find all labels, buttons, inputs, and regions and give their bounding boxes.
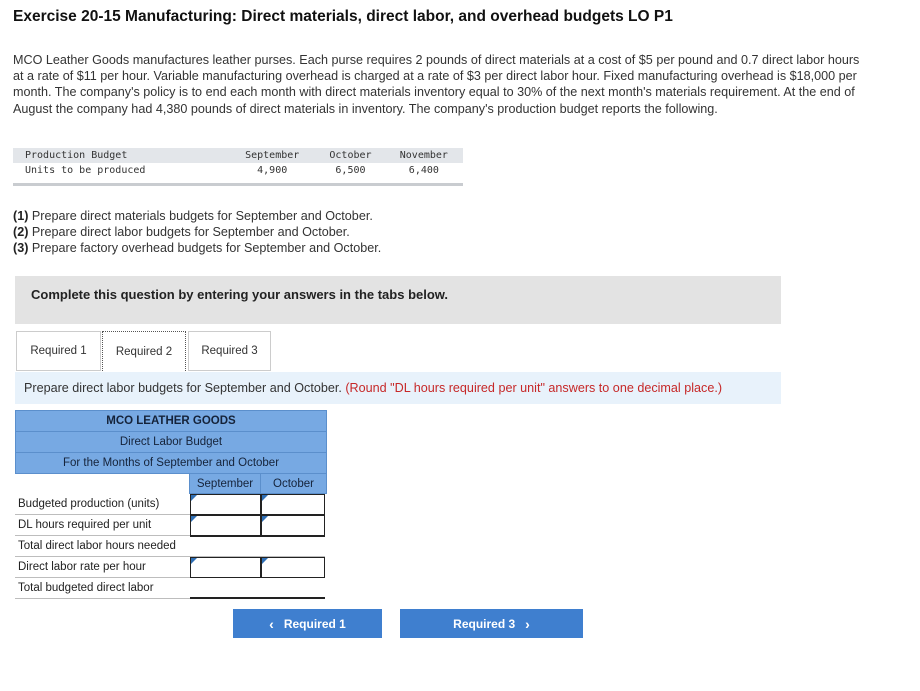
requirement-3-number: (3) [13, 241, 29, 255]
production-budget-header-november: November [384, 148, 463, 163]
budget-period: For the Months of September and October [15, 452, 327, 474]
requirement-2-number: (2) [13, 225, 29, 239]
production-budget-row-label: Units to be produced [25, 165, 146, 176]
row-total-dl-hours: Total direct labor hours needed [15, 536, 327, 557]
production-budget-table: Production Budget September October Nove… [13, 148, 463, 178]
budget-company-name: MCO LEATHER GOODS [15, 410, 327, 431]
row-dl-hours-per-unit: DL hours required per unit [15, 515, 327, 536]
input-budgeted-production-september[interactable] [190, 494, 261, 515]
row-label-total-dl-hours: Total direct labor hours needed [15, 536, 190, 557]
value-total-dl-hours-october [261, 536, 325, 557]
tab-required-3[interactable]: Required 3 [188, 331, 271, 371]
value-total-budgeted-dl-october [261, 578, 325, 599]
prev-button-label: Required 1 [283, 616, 346, 631]
input-dl-hours-per-unit-september[interactable] [190, 515, 261, 536]
production-budget-header-september: September [228, 148, 317, 163]
instructions-banner: Complete this question by entering your … [15, 276, 781, 324]
column-header-october: October [260, 473, 327, 494]
requirement-3: (3) Prepare factory overhead budgets for… [13, 240, 381, 256]
input-dl-rate-october[interactable] [261, 557, 325, 578]
production-budget-units-row: Units to be produced 4,900 6,500 6,400 [13, 163, 463, 178]
chevron-right-icon: › [525, 615, 530, 632]
production-budget-header-label: Production Budget [13, 148, 229, 163]
value-total-budgeted-dl-september [190, 578, 261, 599]
input-dl-rate-september[interactable] [190, 557, 261, 578]
next-required-3-button[interactable]: Required 3 › [400, 609, 583, 638]
tab-instruction: Prepare direct labor budgets for Septemb… [15, 372, 781, 404]
instruction-text: Prepare direct labor budgets for Septemb… [24, 381, 342, 395]
tab-required-1[interactable]: Required 1 [16, 331, 101, 371]
next-button-label: Required 3 [453, 616, 516, 631]
row-budgeted-production: Budgeted production (units) [15, 494, 327, 515]
requirement-1-text: Prepare direct materials budgets for Sep… [28, 209, 373, 223]
requirement-2: (2) Prepare direct labor budgets for Sep… [13, 224, 381, 240]
requirement-1-number: (1) [13, 209, 29, 223]
production-units-september: 4,900 [257, 165, 288, 176]
row-dl-rate-per-hour: Direct labor rate per hour [15, 557, 327, 578]
prev-required-1-button[interactable]: ‹ Required 1 [233, 609, 382, 638]
requirement-2-text: Prepare direct labor budgets for Septemb… [28, 225, 350, 239]
value-total-dl-hours-september [190, 536, 261, 557]
budget-column-headers: September October [15, 473, 327, 494]
column-header-spacer [15, 473, 189, 494]
input-dl-hours-per-unit-october[interactable] [261, 515, 325, 536]
page-title: Exercise 20-15 Manufacturing: Direct mat… [13, 8, 673, 25]
requirement-1: (1) Prepare direct materials budgets for… [13, 208, 381, 224]
direct-labor-budget-header: MCO LEATHER GOODS Direct Labor Budget Fo… [15, 410, 327, 474]
input-budgeted-production-october[interactable] [261, 494, 325, 515]
production-budget-header-october: October [316, 148, 385, 163]
row-label-dl-hours-per-unit: DL hours required per unit [15, 515, 190, 536]
row-label-total-budgeted-dl: Total budgeted direct labor [15, 578, 190, 599]
tab-required-2[interactable]: Required 2 [102, 331, 186, 371]
column-header-september: September [189, 473, 261, 494]
production-units-october: 6,500 [335, 165, 366, 176]
row-total-budgeted-dl: Total budgeted direct labor [15, 578, 327, 599]
production-budget-header-row: Production Budget September October Nove… [13, 148, 463, 163]
budget-title: Direct Labor Budget [15, 431, 327, 452]
problem-description: MCO Leather Goods manufactures leather p… [13, 53, 860, 116]
requirement-3-text: Prepare factory overhead budgets for Sep… [28, 241, 382, 255]
requirements-list: (1) Prepare direct materials budgets for… [13, 208, 381, 256]
production-table-divider [13, 183, 463, 186]
chevron-left-icon: ‹ [269, 615, 274, 632]
row-label-budgeted-production: Budgeted production (units) [15, 494, 190, 515]
production-units-november: 6,400 [408, 165, 439, 176]
rounding-note: (Round "DL hours required per unit" answ… [345, 381, 723, 395]
banner-text: Complete this question by entering your … [31, 287, 449, 302]
row-label-dl-rate-per-hour: Direct labor rate per hour [15, 557, 190, 578]
